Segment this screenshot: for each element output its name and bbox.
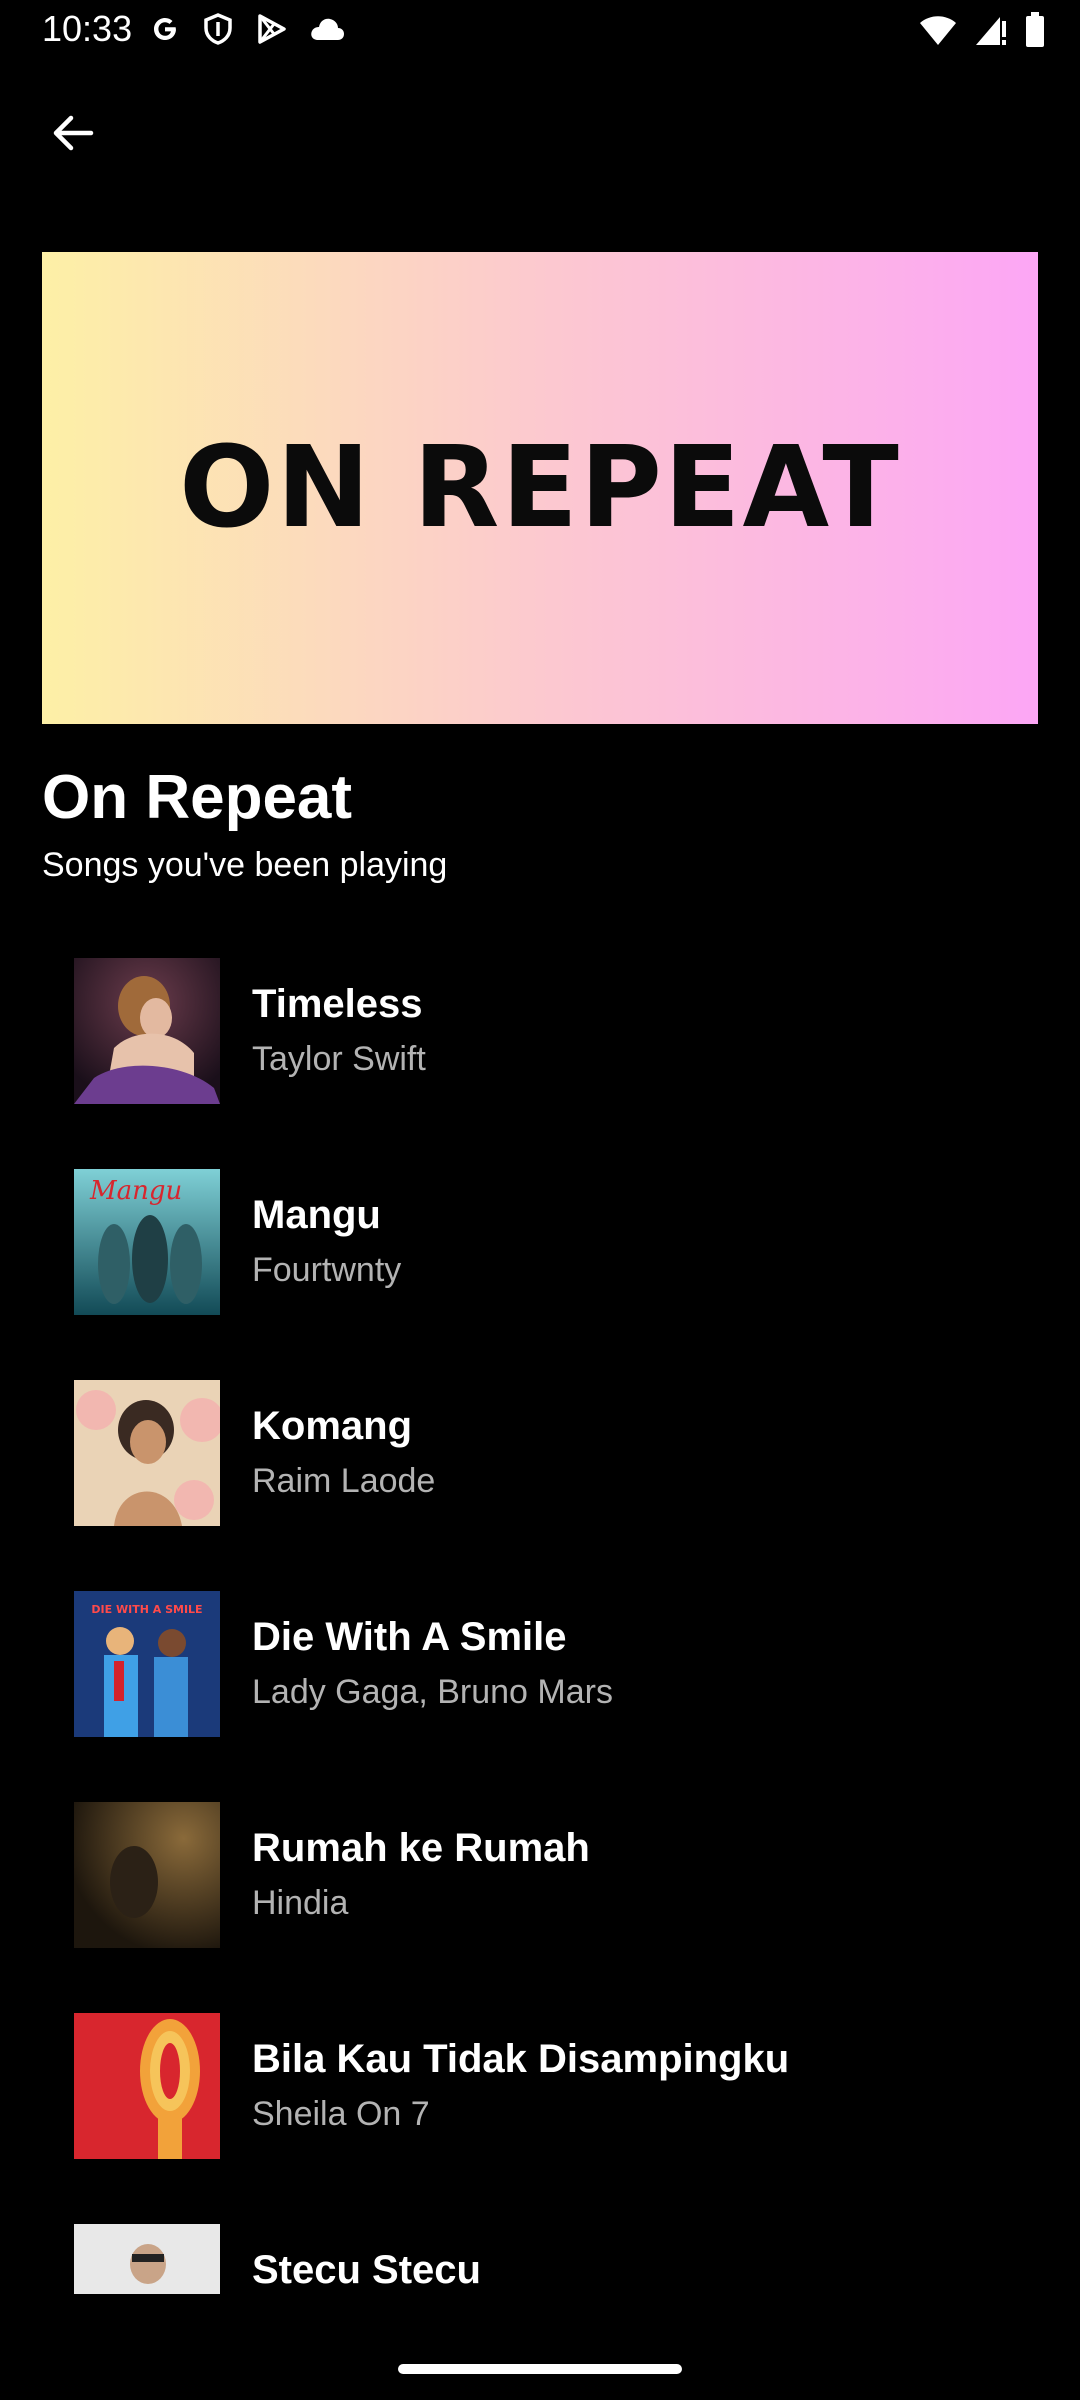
- album-art-komang: [74, 1380, 220, 1526]
- playlist-cover-text: ON REPEAT: [179, 423, 901, 553]
- status-bar: 10:33: [0, 0, 1080, 64]
- track-list: Timeless Taylor Swift Mangu Mangu Fourtw…: [0, 940, 1080, 2294]
- google-icon: [148, 12, 182, 51]
- track-title: Rumah ke Rumah: [252, 1826, 590, 1870]
- status-time: 10:33: [42, 8, 133, 49]
- cloud-icon: [308, 14, 346, 49]
- track-artist: Fourtwnty: [252, 1251, 402, 1289]
- status-icons-right: [918, 12, 1046, 53]
- album-art-bila-kau: [74, 2013, 220, 2159]
- track-row[interactable]: Mangu Mangu Fourtwnty: [0, 1151, 1080, 1362]
- track-title: Die With A Smile: [252, 1615, 567, 1659]
- track-artist: Sheila On 7: [252, 2095, 430, 2133]
- album-art-mangu: Mangu: [74, 1169, 220, 1315]
- album-art-stecu-stecu: [74, 2224, 220, 2294]
- track-artist: Raim Laode: [252, 1462, 436, 1500]
- album-art-dwas-text: DIE WITH A SMILE: [91, 1603, 202, 1616]
- signal-icon: [974, 13, 1008, 52]
- arrow-left-icon: [49, 109, 97, 162]
- track-artist: Hindia: [252, 1884, 349, 1922]
- track-title: Stecu Stecu: [252, 2248, 481, 2292]
- track-artist: Lady Gaga, Bruno Mars: [252, 1673, 613, 1711]
- track-row[interactable]: Stecu Stecu: [0, 2206, 1080, 2294]
- status-icons-left: [148, 12, 346, 51]
- track-row[interactable]: DIE WITH A SMILE Die With A Smile Lady G…: [0, 1573, 1080, 1784]
- track-title: Mangu: [252, 1193, 381, 1237]
- track-row[interactable]: Rumah ke Rumah Hindia: [0, 1784, 1080, 1995]
- play-store-icon: [254, 12, 288, 51]
- track-row[interactable]: Timeless Taylor Swift: [0, 940, 1080, 1151]
- track-title: Bila Kau Tidak Disampingku: [252, 2037, 790, 2081]
- album-art-rumah-ke-rumah: [74, 1802, 220, 1948]
- home-indicator[interactable]: [398, 2364, 682, 2374]
- battery-icon: [1024, 12, 1046, 53]
- playlist-subtitle: Songs you've been playing: [42, 846, 448, 884]
- playlist-cover-banner: ON REPEAT: [42, 252, 1038, 724]
- wifi-icon: [918, 13, 958, 52]
- track-title: Timeless: [252, 982, 423, 1026]
- album-art-mangu-text: Mangu: [89, 1176, 182, 1206]
- track-row[interactable]: Komang Raim Laode: [0, 1362, 1080, 1573]
- track-artist: Taylor Swift: [252, 1040, 426, 1078]
- track-title: Komang: [252, 1404, 412, 1448]
- back-button[interactable]: [42, 104, 104, 166]
- album-art-die-with-a-smile: DIE WITH A SMILE: [74, 1591, 220, 1737]
- album-art-timeless: [74, 958, 220, 1104]
- track-row[interactable]: Bila Kau Tidak Disampingku Sheila On 7: [0, 1995, 1080, 2206]
- playlist-title: On Repeat: [42, 763, 353, 832]
- shield-icon: [202, 12, 234, 51]
